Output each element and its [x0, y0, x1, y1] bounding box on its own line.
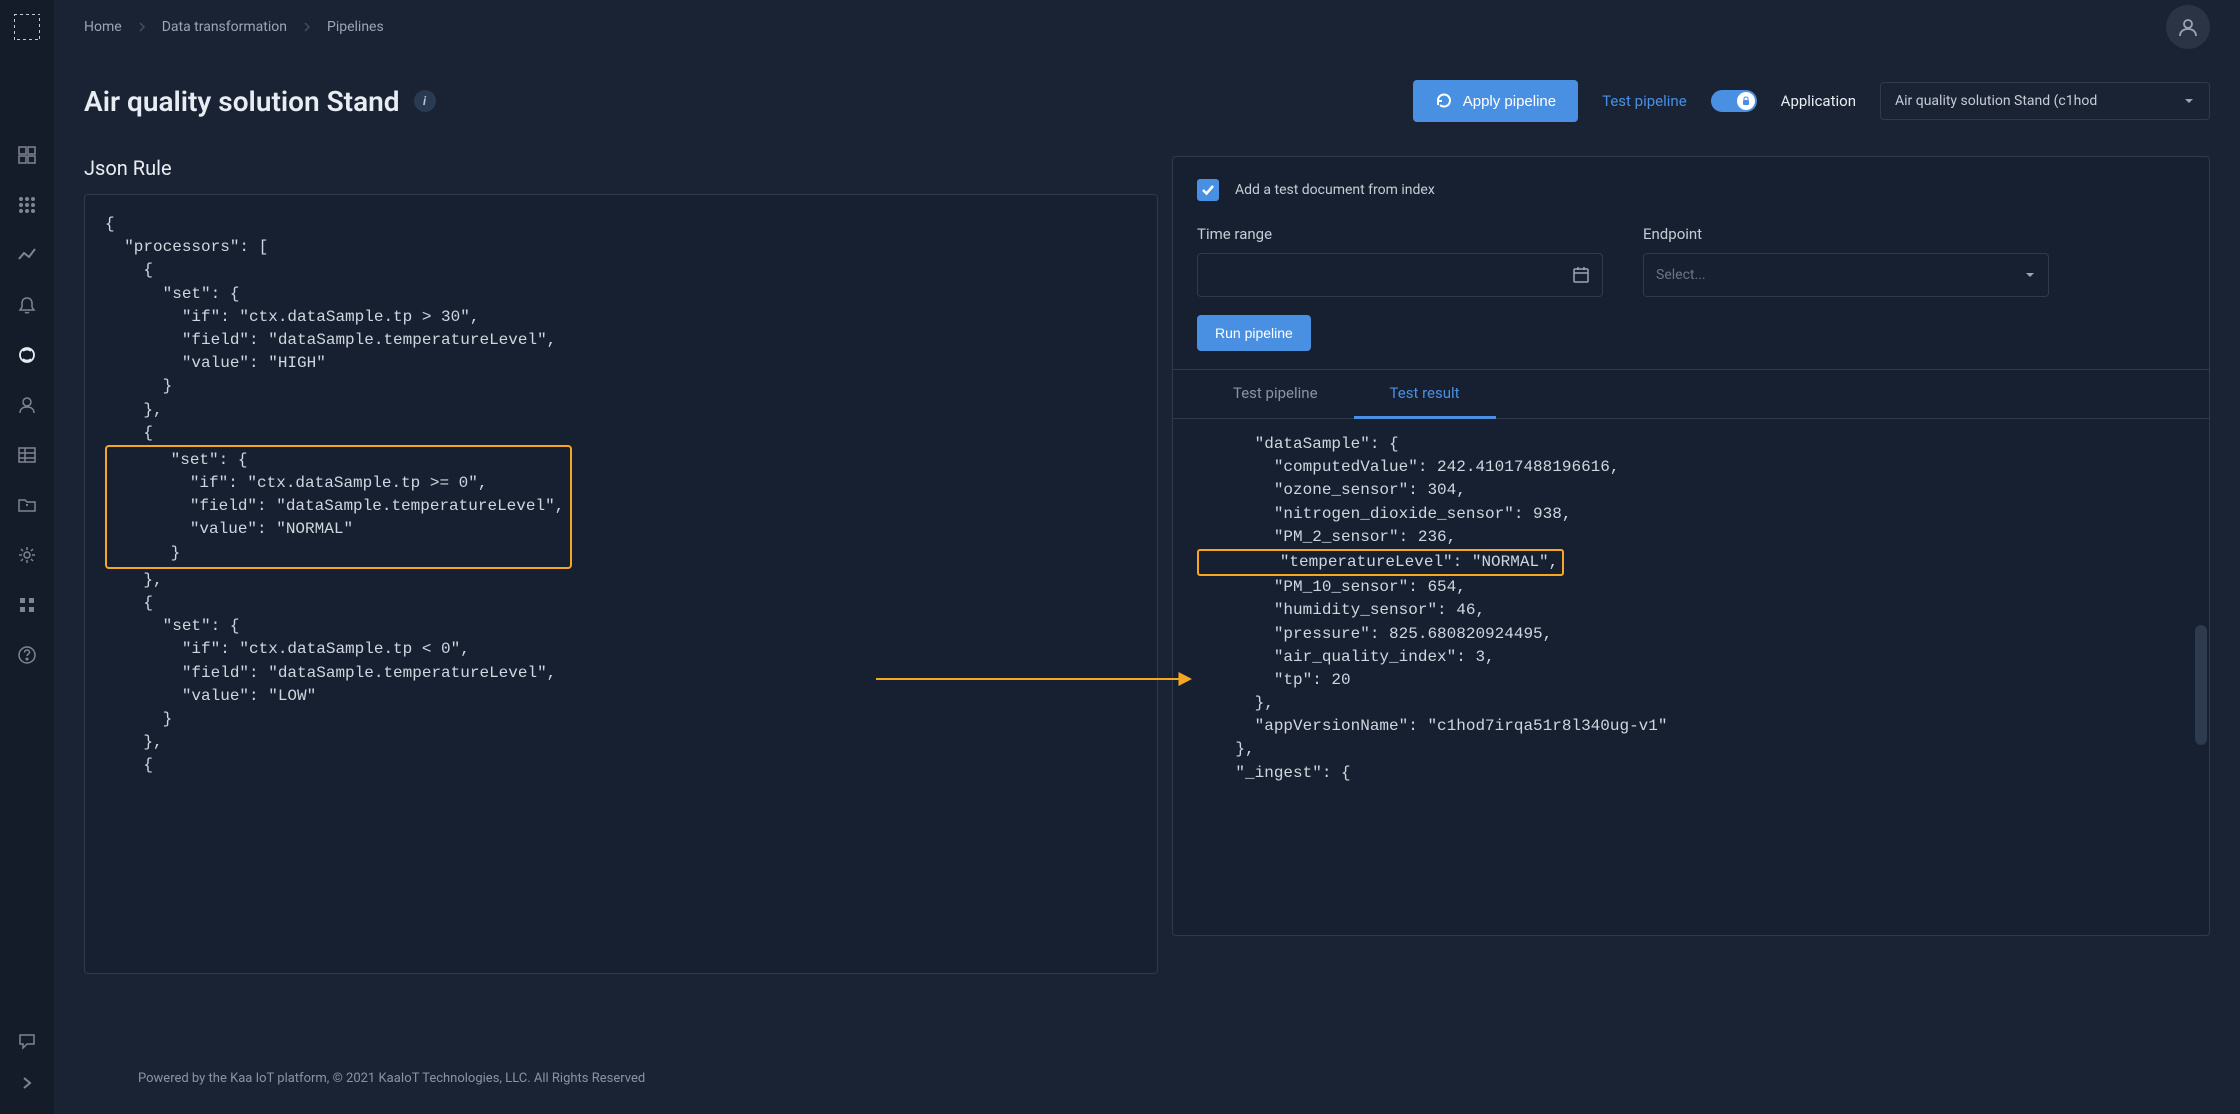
json-rule-editor[interactable]: { "processors": [ { "set": { "if": "ctx.… [84, 194, 1158, 974]
sidebar-transformation-icon[interactable] [16, 344, 38, 366]
tab-test-result[interactable]: Test result [1354, 370, 1496, 419]
code-segment-2: }, { "set": { "if": "ctx.dataSample.tp <… [105, 571, 556, 775]
result-highlight-box: "temperatureLevel": "NORMAL", [1197, 549, 1564, 576]
run-pipeline-label: Run pipeline [1215, 325, 1293, 341]
application-label: Application [1781, 92, 1856, 110]
json-rule-label: Json Rule [84, 156, 1158, 180]
sidebar-settings-icon[interactable] [16, 544, 38, 566]
chevron-down-icon [2183, 95, 2195, 107]
sidebar-dashboard-icon[interactable] [16, 144, 38, 166]
logo [0, 0, 54, 54]
application-select[interactable]: Air quality solution Stand (c1hod [1880, 82, 2210, 120]
time-range-input[interactable] [1197, 253, 1603, 297]
breadcrumb-data-transformation[interactable]: Data transformation [162, 19, 287, 35]
check-icon [1201, 183, 1215, 197]
sidebar-apps-icon[interactable] [16, 194, 38, 216]
endpoint-select[interactable]: Select... [1643, 253, 2049, 297]
expand-icon[interactable] [16, 1072, 38, 1094]
sidebar-help-icon[interactable] [16, 644, 38, 666]
refresh-icon [1435, 92, 1453, 110]
apply-pipeline-label: Apply pipeline [1463, 93, 1556, 110]
user-icon [2177, 16, 2199, 38]
chevron-down-icon [2024, 269, 2036, 281]
sidebar-extensions-icon[interactable] [16, 594, 38, 616]
sidebar-files-icon[interactable] [16, 494, 38, 516]
footer-text: Powered by the Kaa IoT platform, © 2021 … [138, 1071, 645, 1086]
sidebar-table-icon[interactable] [16, 444, 38, 466]
sidebar-analytics-icon[interactable] [16, 244, 38, 266]
application-select-value: Air quality solution Stand (c1hod [1895, 93, 2097, 109]
breadcrumb-home[interactable]: Home [84, 19, 122, 35]
endpoint-placeholder: Select... [1656, 267, 1706, 283]
time-range-label: Time range [1197, 225, 1603, 243]
sidebar-users-icon[interactable] [16, 394, 38, 416]
test-panel: Add a test document from index Time rang… [1172, 156, 2210, 936]
add-test-doc-label: Add a test document from index [1235, 182, 1435, 198]
sidebar [0, 0, 54, 1114]
calendar-icon [1572, 266, 1590, 284]
tab-test-pipeline[interactable]: Test pipeline [1197, 370, 1354, 418]
breadcrumbs: Home Data transformation Pipelines [84, 19, 384, 35]
run-pipeline-button[interactable]: Run pipeline [1197, 315, 1311, 351]
test-pipeline-label: Test pipeline [1602, 92, 1687, 110]
chevron-right-icon [301, 21, 313, 33]
sidebar-notifications-icon[interactable] [16, 294, 38, 316]
result-scrollbar[interactable] [2195, 625, 2207, 745]
chat-icon[interactable] [16, 1030, 38, 1052]
user-avatar[interactable] [2166, 5, 2210, 49]
page-title: Air quality solution Stand [84, 85, 400, 118]
endpoint-label: Endpoint [1643, 225, 2049, 243]
topbar: Home Data transformation Pipelines [84, 0, 2210, 54]
breadcrumb-pipelines[interactable]: Pipelines [327, 19, 384, 35]
code-segment-1: { "processors": [ { "set": { "if": "ctx.… [105, 215, 556, 442]
result-tabs: Test pipeline Test result [1173, 370, 2209, 419]
page-header: Air quality solution Stand i Apply pipel… [84, 80, 2210, 122]
chevron-right-icon [136, 21, 148, 33]
test-result-output[interactable]: "dataSample": { "computedValue": 242.410… [1173, 419, 2209, 935]
add-test-doc-checkbox[interactable] [1197, 179, 1219, 201]
result-segment-1: "dataSample": { "computedValue": 242.410… [1197, 435, 1619, 546]
apply-pipeline-button[interactable]: Apply pipeline [1413, 80, 1578, 122]
code-highlight-box: "set": { "if": "ctx.dataSample.tp >= 0",… [105, 445, 572, 569]
result-segment-2: "PM_10_sensor": 654, "humidity_sensor": … [1197, 578, 1667, 782]
test-pipeline-toggle[interactable] [1711, 90, 1757, 112]
info-icon[interactable]: i [414, 90, 436, 112]
lock-icon [1741, 96, 1751, 106]
